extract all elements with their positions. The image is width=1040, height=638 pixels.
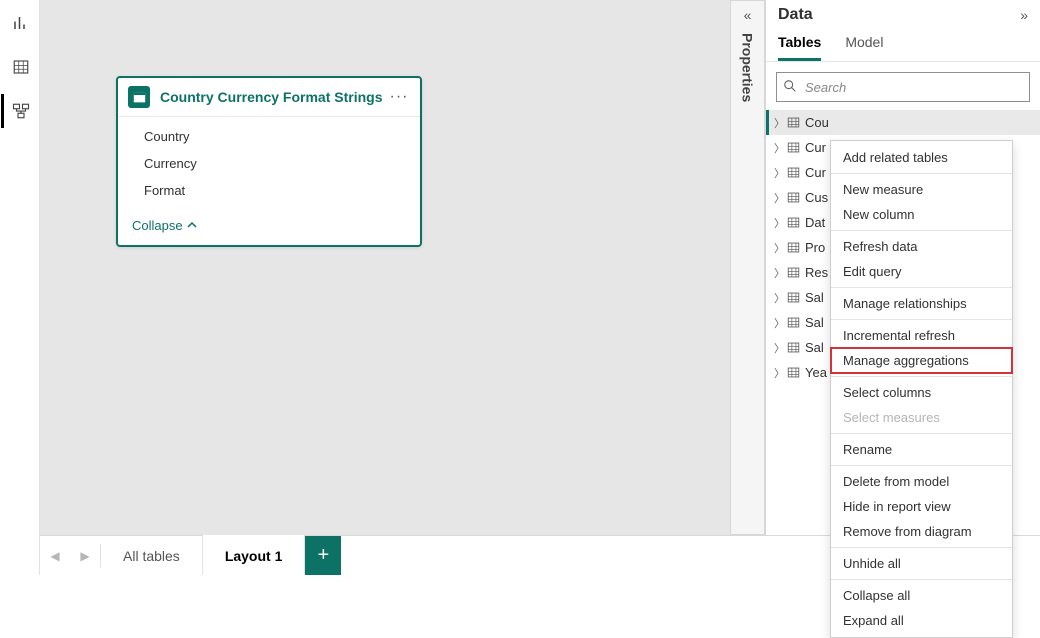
- context-menu-item[interactable]: Incremental refresh: [831, 323, 1012, 348]
- tab-tables[interactable]: Tables: [778, 34, 821, 61]
- table-icon: [787, 141, 800, 154]
- context-menu-item[interactable]: Delete from model: [831, 469, 1012, 494]
- table-icon: [787, 316, 800, 329]
- table-icon: [787, 241, 800, 254]
- chevron-right-icon: 〉: [774, 165, 786, 181]
- table-icon: [787, 191, 800, 204]
- separator: [831, 547, 1012, 548]
- chevron-right-icon: 〉: [774, 365, 786, 381]
- table-icon: [787, 291, 800, 304]
- table-card-more-button[interactable]: ···: [388, 92, 410, 102]
- context-menu-item[interactable]: Manage aggregations: [831, 348, 1012, 373]
- layout-prev-button[interactable]: ◀: [40, 536, 70, 575]
- table-icon: [787, 341, 800, 354]
- chevron-right-icon: 〉: [774, 215, 786, 231]
- field-row[interactable]: Format: [118, 177, 420, 204]
- table-list-label: Sal: [805, 340, 824, 355]
- chevron-up-icon: [187, 218, 197, 233]
- context-menu-item[interactable]: Rename: [831, 437, 1012, 462]
- separator: [831, 376, 1012, 377]
- table-icon: [787, 166, 800, 179]
- chevron-right-icon: 〉: [774, 340, 786, 356]
- context-menu-item[interactable]: Edit query: [831, 259, 1012, 284]
- search-field: [776, 72, 1030, 102]
- context-menu-item[interactable]: Collapse all: [831, 583, 1012, 608]
- chevron-right-icon: 〉: [774, 265, 786, 281]
- report-view-button[interactable]: [1, 6, 39, 40]
- table-list-label: Cus: [805, 190, 828, 205]
- view-rail: [0, 0, 40, 575]
- table-card[interactable]: Country Currency Format Strings ··· Coun…: [116, 76, 422, 247]
- separator: [831, 173, 1012, 174]
- context-menu-item[interactable]: Unhide all: [831, 551, 1012, 576]
- search-input[interactable]: [776, 72, 1030, 102]
- properties-panel-collapsed[interactable]: « Properties: [730, 0, 765, 535]
- table-list-label: Yea: [805, 365, 827, 380]
- table-card-header[interactable]: Country Currency Format Strings ···: [118, 78, 420, 117]
- separator: [831, 465, 1012, 466]
- separator: [831, 579, 1012, 580]
- separator: [831, 319, 1012, 320]
- table-context-menu: Add related tables New measureNew column R…: [830, 140, 1013, 638]
- context-menu-item: Select measures: [831, 405, 1012, 430]
- table-card-fields: Country Currency Format: [118, 117, 420, 210]
- chevron-right-icon: 〉: [774, 315, 786, 331]
- data-view-button[interactable]: [1, 50, 39, 84]
- table-list-label: Pro: [805, 240, 825, 255]
- context-menu-item[interactable]: Remove from diagram: [831, 519, 1012, 544]
- table-icon: [787, 366, 800, 379]
- add-layout-button[interactable]: +: [305, 536, 341, 575]
- search-icon: [783, 79, 797, 96]
- table-icon: [787, 266, 800, 279]
- collapse-data-panel-icon[interactable]: »: [1020, 7, 1028, 23]
- tab-all-tables[interactable]: All tables: [101, 536, 203, 575]
- table-list-label: Cur: [805, 140, 826, 155]
- collapse-toggle[interactable]: Collapse: [118, 210, 420, 245]
- table-list-label: Cur: [805, 165, 826, 180]
- context-menu-item[interactable]: Expand all: [831, 608, 1012, 633]
- context-menu-item[interactable]: Select columns: [831, 380, 1012, 405]
- model-view-button[interactable]: [1, 94, 39, 128]
- tab-model[interactable]: Model: [845, 34, 883, 61]
- separator: [831, 433, 1012, 434]
- table-icon: [787, 216, 800, 229]
- table-icon: [128, 86, 150, 108]
- chevron-right-icon: 〉: [774, 290, 786, 306]
- context-menu-item[interactable]: New measure: [831, 177, 1012, 202]
- table-list-item[interactable]: 〉 Cou: [766, 110, 1040, 135]
- context-menu-item[interactable]: Refresh data: [831, 234, 1012, 259]
- context-menu-item[interactable]: Manage relationships: [831, 291, 1012, 316]
- table-icon: [787, 116, 800, 129]
- expand-properties-icon[interactable]: «: [744, 7, 752, 23]
- table-list-label: Sal: [805, 290, 824, 305]
- context-menu-item[interactable]: Hide in report view: [831, 494, 1012, 519]
- chevron-right-icon: 〉: [774, 115, 786, 131]
- chevron-right-icon: 〉: [774, 140, 786, 156]
- separator: [831, 230, 1012, 231]
- context-menu-item[interactable]: New column: [831, 202, 1012, 227]
- table-list-label: Dat: [805, 215, 825, 230]
- chevron-right-icon: 〉: [774, 190, 786, 206]
- field-row[interactable]: Country: [118, 123, 420, 150]
- separator: [831, 287, 1012, 288]
- table-list-label: Cou: [805, 115, 829, 130]
- context-menu-item[interactable]: Add related tables: [831, 145, 1012, 170]
- tab-layout-1[interactable]: Layout 1: [203, 536, 306, 575]
- chevron-right-icon: 〉: [774, 240, 786, 256]
- properties-label: Properties: [740, 33, 756, 102]
- table-card-title: Country Currency Format Strings: [160, 89, 388, 105]
- layout-next-button[interactable]: ▶: [70, 536, 100, 575]
- table-list-label: Sal: [805, 315, 824, 330]
- data-panel-title: Data: [778, 6, 1020, 24]
- field-row[interactable]: Currency: [118, 150, 420, 177]
- data-panel-tabs: Tables Model: [766, 24, 1040, 62]
- table-list-label: Res: [805, 265, 828, 280]
- collapse-label: Collapse: [132, 218, 183, 233]
